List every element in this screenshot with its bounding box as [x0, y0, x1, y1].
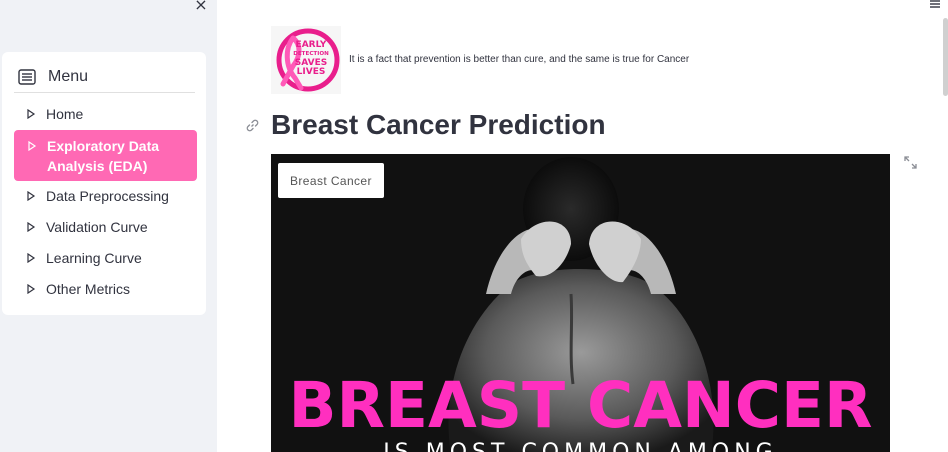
hero-subline: IS MOST COMMON AMONG	[271, 440, 890, 452]
fullscreen-expand-icon[interactable]	[904, 156, 917, 169]
sidebar-item-label: Other Metrics	[46, 281, 131, 297]
menu-divider	[14, 92, 195, 93]
scrollbar[interactable]	[943, 18, 948, 96]
menu-list-icon	[18, 69, 36, 85]
hero-image: Breast Cancer BREAST CANCER IS MOST COMM…	[271, 154, 890, 452]
sidebar: × Menu Home Exploratory Data Analysis (E…	[0, 0, 217, 452]
close-sidebar-button[interactable]: ×	[193, 0, 209, 13]
sidebar-item-label: Validation Curve	[46, 219, 148, 235]
hamburger-menu-icon[interactable]	[929, 0, 941, 10]
pink-ribbon-logo-icon: EARLY DETECTION SAVES LIVES	[276, 28, 340, 92]
page-title: Breast Cancer Prediction	[271, 109, 606, 140]
play-outline-icon	[27, 222, 36, 232]
sidebar-item-validation-curve[interactable]: Validation Curve	[12, 216, 195, 238]
svg-text:EARLY: EARLY	[296, 40, 327, 50]
early-detection-logo: EARLY DETECTION SAVES LIVES	[271, 26, 341, 94]
sidebar-item-data-preprocessing[interactable]: Data Preprocessing	[12, 185, 195, 207]
sidebar-item-label: Exploratory Data Analysis (EDA)	[47, 138, 160, 174]
sidebar-item-label: Learning Curve	[46, 250, 142, 266]
play-outline-icon	[27, 284, 36, 294]
svg-text:DETECTION: DETECTION	[293, 51, 329, 57]
sidebar-item-eda[interactable]: Exploratory Data Analysis (EDA)	[14, 130, 197, 181]
tagline-text: It is a fact that prevention is better t…	[349, 54, 690, 65]
menu-card: Menu Home Exploratory Data Analysis (EDA…	[2, 52, 206, 315]
play-outline-icon	[27, 253, 36, 263]
hero-headline: BREAST CANCER	[288, 369, 873, 442]
play-outline-icon	[28, 141, 37, 151]
sidebar-item-other-metrics[interactable]: Other Metrics	[12, 278, 195, 300]
menu-header: Menu	[18, 66, 88, 88]
sidebar-item-home[interactable]: Home	[12, 103, 195, 125]
play-outline-icon	[27, 191, 36, 201]
svg-text:LIVES: LIVES	[297, 67, 326, 77]
breast-cancer-tag[interactable]: Breast Cancer	[278, 163, 384, 198]
sidebar-item-learning-curve[interactable]: Learning Curve	[12, 247, 195, 269]
menu-title: Menu	[48, 68, 89, 85]
sidebar-item-label: Data Preprocessing	[46, 188, 169, 204]
sidebar-item-label: Home	[46, 106, 84, 122]
anchor-link-icon[interactable]	[246, 119, 259, 132]
play-outline-icon	[27, 109, 36, 119]
